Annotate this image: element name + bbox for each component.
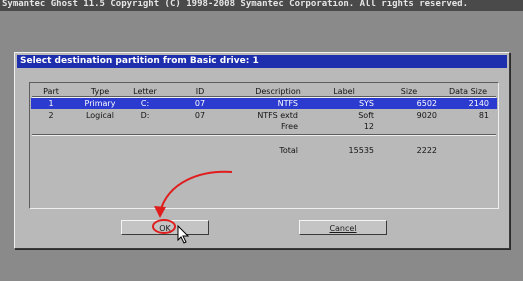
table-row[interactable]: Free 12 [31,121,497,132]
cell-label: 12 [363,122,374,131]
total-label: Total [279,146,298,155]
cell-letter: C: [140,99,150,108]
app-header-bar: Symantec Ghost 11.5 Copyright (C) 1998-2… [0,0,523,11]
cell-id: 07 [194,99,206,108]
cell-label: Soft [358,111,374,120]
cell-type: Primary [84,99,116,108]
total-divider [32,134,496,136]
cancel-button[interactable]: Cancel [299,220,387,235]
cell-part: 1 [48,99,54,108]
cell-data-size: 2140 [468,99,489,108]
select-partition-dialog: Select destination partition from Basic … [14,52,510,249]
table-row[interactable]: 2 Logical D: 07 NTFS extd Soft 9020 81 [31,110,497,121]
cell-letter: D: [140,111,150,120]
table-row[interactable]: 1 Primary C: 07 NTFS SYS 6502 2140 [31,98,497,109]
partition-table: Part Type Letter ID Description Label Si… [29,82,499,209]
ok-button[interactable]: OK [121,220,209,235]
total-row: Total 15535 2222 [31,145,497,156]
cell-type: Logical [85,111,115,120]
cell-size: 6502 [416,99,437,108]
cell-id: 07 [194,111,206,120]
copyright-text: Symantec Ghost 11.5 Copyright (C) 1998-2… [2,0,468,9]
ok-button-label: OK [159,224,171,233]
cancel-button-label: Cancel [329,224,357,233]
cell-description: Free [281,122,298,131]
dialog-title: Select destination partition from Basic … [17,55,507,68]
cell-size: 9020 [416,111,437,120]
cell-description: NTFS [277,99,298,108]
total-size: 15535 [348,146,374,155]
cell-description: NTFS extd [257,111,298,120]
cell-label: SYS [358,99,374,108]
cell-part: 2 [48,111,54,120]
total-data-size: 2222 [416,146,437,155]
cell-data-size: 81 [478,111,489,120]
